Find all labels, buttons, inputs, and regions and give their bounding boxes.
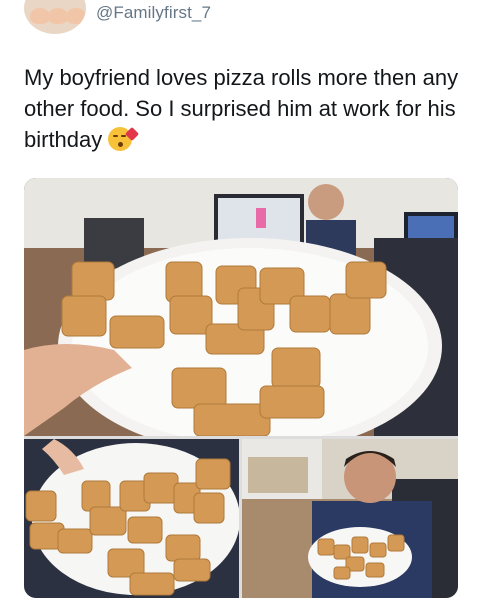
avatar[interactable] xyxy=(24,0,86,34)
tweet-text: My boyfriend loves pizza rolls more then… xyxy=(24,65,459,152)
media-grid xyxy=(24,178,458,598)
photo-boyfriend-with-plate[interactable] xyxy=(242,439,458,598)
face-blowing-a-kiss-icon xyxy=(108,126,140,151)
tweet-body: My boyfriend loves pizza rolls more then… xyxy=(24,62,464,155)
photo-main[interactable] xyxy=(24,178,458,436)
user-handle[interactable]: @Familyfirst_7 xyxy=(96,3,211,23)
photo-plate-closeup[interactable] xyxy=(24,439,239,598)
tweet-header: @Familyfirst_7 xyxy=(0,0,480,44)
